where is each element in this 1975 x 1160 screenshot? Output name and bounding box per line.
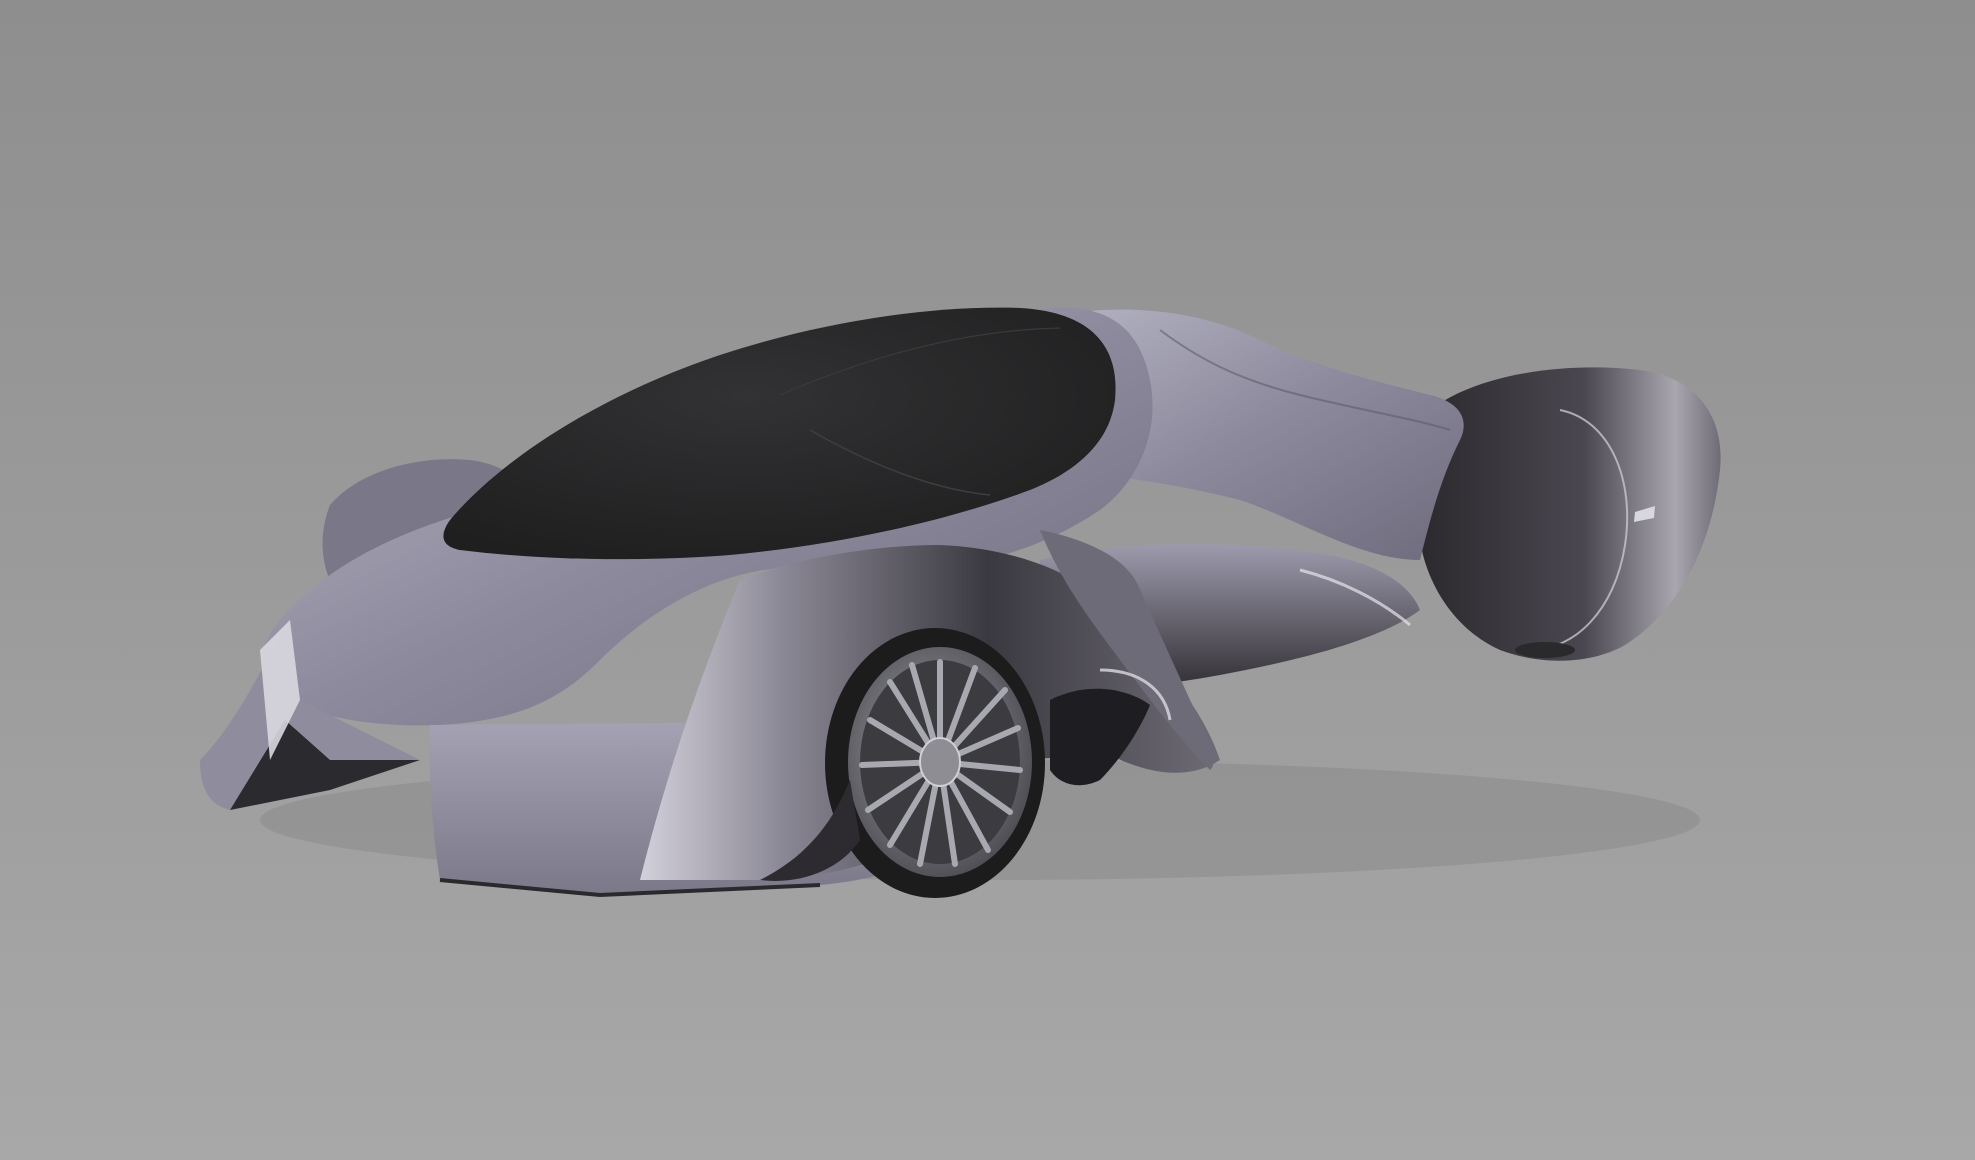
render-viewport <box>0 0 1975 1160</box>
car-render <box>0 0 1975 1160</box>
wheel-hub <box>919 737 961 787</box>
rear-wheel-bottom <box>1515 642 1575 658</box>
front-right-wheel <box>825 628 1045 898</box>
